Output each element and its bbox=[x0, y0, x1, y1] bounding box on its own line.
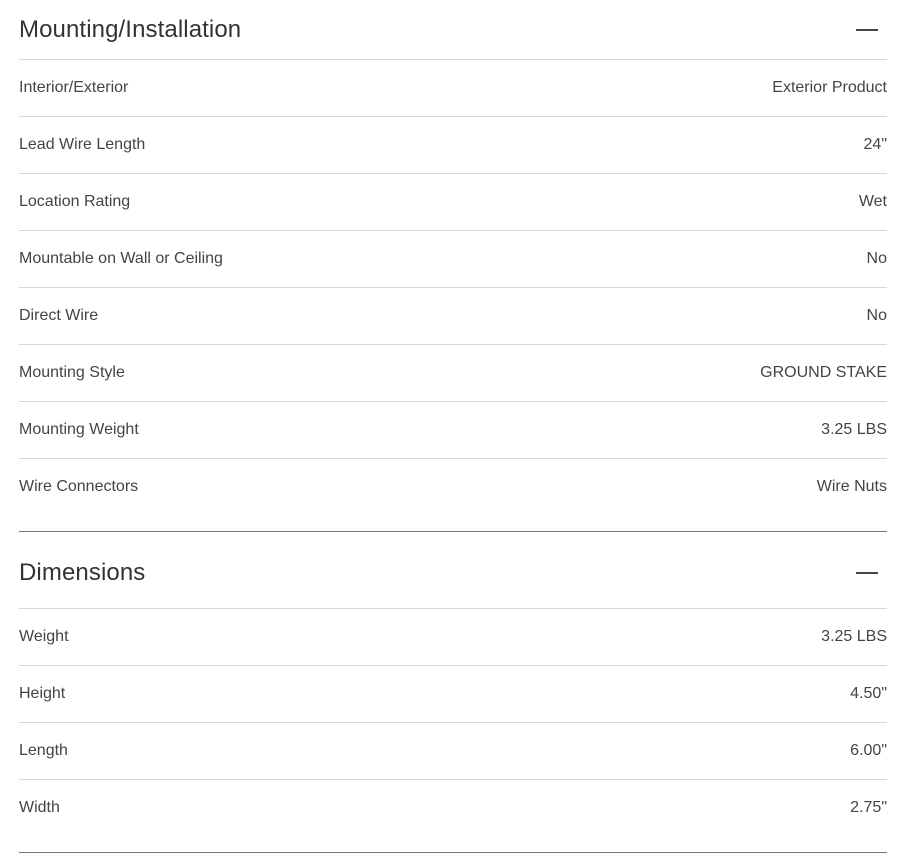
collapse-button[interactable] bbox=[855, 18, 879, 42]
section-title: Dimensions bbox=[19, 558, 146, 586]
spec-list: Interior/Exterior Exterior Product Lead … bbox=[19, 60, 887, 531]
spec-row: Width 2.75" bbox=[19, 780, 887, 836]
spec-label: Wire Connectors bbox=[19, 478, 139, 495]
spec-value: 24" bbox=[863, 136, 887, 153]
section-header[interactable]: Mounting/Installation bbox=[19, 0, 887, 60]
section-header[interactable]: Dimensions bbox=[19, 537, 887, 609]
spec-row: Direct Wire No bbox=[19, 288, 887, 345]
section-title: Mounting/Installation bbox=[19, 15, 242, 43]
spec-label: Interior/Exterior bbox=[19, 79, 129, 96]
spec-row: Interior/Exterior Exterior Product bbox=[19, 60, 887, 117]
spec-label: Mounting Weight bbox=[19, 421, 139, 438]
spec-label: Weight bbox=[19, 628, 69, 645]
spec-value: Wet bbox=[858, 193, 887, 210]
spec-row: Mounting Style GROUND STAKE bbox=[19, 345, 887, 402]
spec-label: Width bbox=[19, 799, 60, 816]
spec-label: Length bbox=[19, 742, 68, 759]
section-dimensions: Dimensions Weight 3.25 LBS Height 4.50" … bbox=[19, 537, 887, 853]
section-mounting-installation: Mounting/Installation Interior/Exterior … bbox=[19, 0, 887, 532]
spec-value: Wire Nuts bbox=[816, 478, 887, 495]
spec-row: Lead Wire Length 24" bbox=[19, 117, 887, 174]
spec-row: Location Rating Wet bbox=[19, 174, 887, 231]
spec-label: Mountable on Wall or Ceiling bbox=[19, 250, 223, 267]
minus-icon bbox=[856, 28, 878, 31]
spec-label: Mounting Style bbox=[19, 364, 125, 381]
spec-row: Wire Connectors Wire Nuts bbox=[19, 459, 887, 515]
spec-row: Height 4.50" bbox=[19, 666, 887, 723]
spec-list: Weight 3.25 LBS Height 4.50" Length 6.00… bbox=[19, 609, 887, 852]
spec-label: Lead Wire Length bbox=[19, 136, 146, 153]
spec-label: Height bbox=[19, 685, 66, 702]
spec-row: Mountable on Wall or Ceiling No bbox=[19, 231, 887, 288]
spec-row: Weight 3.25 LBS bbox=[19, 609, 887, 666]
spec-label: Location Rating bbox=[19, 193, 131, 210]
spec-value: Exterior Product bbox=[772, 79, 887, 96]
spec-row: Length 6.00" bbox=[19, 723, 887, 780]
spec-value: 4.50" bbox=[850, 685, 887, 702]
spec-value: 6.00" bbox=[850, 742, 887, 759]
spec-row: Mounting Weight 3.25 LBS bbox=[19, 402, 887, 459]
spec-value: No bbox=[866, 250, 887, 267]
spec-value: No bbox=[866, 307, 887, 324]
spec-value: 3.25 LBS bbox=[821, 628, 887, 645]
spec-value: 2.75" bbox=[850, 799, 887, 816]
product-specifications: Mounting/Installation Interior/Exterior … bbox=[19, 0, 887, 853]
minus-icon bbox=[856, 571, 878, 574]
spec-value: GROUND STAKE bbox=[760, 364, 887, 381]
collapse-button[interactable] bbox=[855, 561, 879, 585]
spec-value: 3.25 LBS bbox=[821, 421, 887, 438]
spec-label: Direct Wire bbox=[19, 307, 99, 324]
